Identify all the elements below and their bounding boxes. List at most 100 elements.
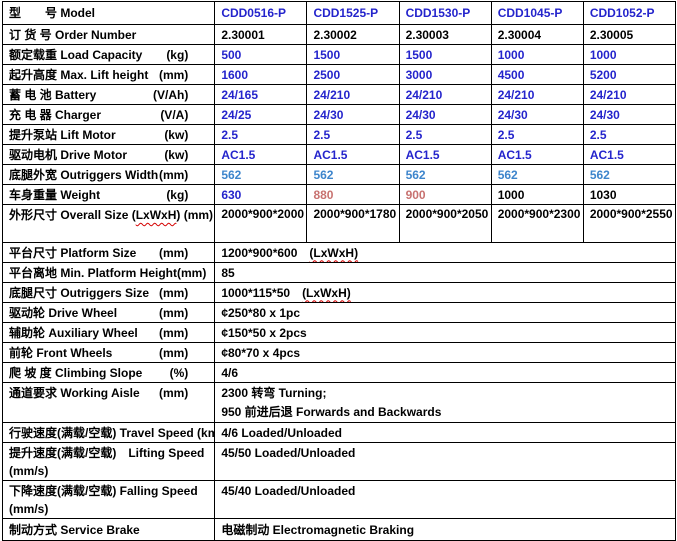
spec-value: 85 xyxy=(215,263,676,283)
table-row-falling-speed: 下降速度(满载/空载) Falling Speed(mm/s) 45/40 Lo… xyxy=(3,481,676,519)
spec-value: 2000*900*2300 xyxy=(491,205,583,243)
spec-value: 2000*900*2000 xyxy=(215,205,307,243)
spec-label-cell: 型 号 Model xyxy=(3,2,215,25)
table-row-platform-size: 平台尺寸 Platform Size (mm) 1200*900*600 (LxW… xyxy=(3,243,676,263)
row-label: 底腿尺寸 Outriggers Size xyxy=(9,284,149,302)
table-row-drive-motor: 驱动电机 Drive Motor (kw) AC1.5 AC1.5 AC1.5 A… xyxy=(3,145,676,165)
spec-label-cell: 提升泵站 Lift Motor (kw) xyxy=(3,125,215,145)
spec-value: 24/165 xyxy=(215,85,307,105)
row-label: 订 货 号 Order Number xyxy=(9,26,136,44)
spec-value: 24/210 xyxy=(583,85,675,105)
table-row-travel-speed: 行驶速度(满载/空载) Travel Speed (km/h) 4/6 Load… xyxy=(3,423,676,443)
row-unit: (kg) xyxy=(166,46,188,64)
spec-label-cell: 通道要求 Working Aisle(mm) xyxy=(3,383,215,423)
table-row-lift-height: 起升高度 Max. Lift height(mm) 1600 2500 3000… xyxy=(3,65,676,85)
spec-label-cell: 爬 坡 度 Climbing Slope(%) xyxy=(3,363,215,383)
spec-value: 1200*900*600 (LxWxH) xyxy=(215,243,676,263)
row-label: 驱动轮 Drive Wheel xyxy=(9,304,117,322)
spec-label-cell: 行驶速度(满载/空载) Travel Speed (km/h) xyxy=(3,423,215,443)
row-unit: (mm/s) xyxy=(9,462,212,480)
spec-label-cell: 制动方式 Service Brake xyxy=(3,519,215,541)
spec-value: AC1.5 xyxy=(215,145,307,165)
spec-value: 24/30 xyxy=(583,105,675,125)
spec-value: 500 xyxy=(215,45,307,65)
spellcheck-squiggle: LxWxH xyxy=(136,208,177,222)
row-label: 制动方式 Service Brake xyxy=(9,521,140,539)
spec-value: AC1.5 xyxy=(399,145,491,165)
table-row-front-wheels: 前轮 Front Wheels(mm) ¢80*70 x 4pcs xyxy=(3,343,676,363)
row-unit: (mm) xyxy=(159,166,188,184)
spec-value: 2.5 xyxy=(215,125,307,145)
row-label: 底腿外宽 Outriggers Width xyxy=(9,166,158,184)
spec-label-cell: 平台离地 Min. Platform Height(mm) xyxy=(3,263,215,283)
row-label: 提升泵站 Lift Motor xyxy=(9,126,116,144)
aisle-line-1: 2300 转弯 Turning; xyxy=(221,384,673,403)
row-unit: (mm) xyxy=(159,284,188,302)
aisle-line-2: 950 前进后退 Forwards and Backwards xyxy=(221,403,673,422)
row-unit: (mm) xyxy=(159,384,188,402)
spellcheck-squiggle: (LxWxH) xyxy=(302,286,351,300)
order-value: 2.30001 xyxy=(215,25,307,45)
table-row-drive-wheel: 驱动轮 Drive Wheel(mm) ¢250*80 x 1pc xyxy=(3,303,676,323)
row-label: 辅助轮 Auxiliary Wheel xyxy=(9,324,138,342)
spec-value: 4500 xyxy=(491,65,583,85)
row-unit: (mm) xyxy=(177,264,206,282)
table-row-load-capacity: 额定载重 Load Capacity (kg) 500 1500 1500 100… xyxy=(3,45,676,65)
row-label: 爬 坡 度 Climbing Slope xyxy=(9,364,142,382)
spec-label-cell: 驱动电机 Drive Motor (kw) xyxy=(3,145,215,165)
table-row-outriggers-width: 底腿外宽 Outriggers Width(mm) 562 562 562 56… xyxy=(3,165,676,185)
spec-value: 24/210 xyxy=(491,85,583,105)
spec-value: 2.5 xyxy=(583,125,675,145)
spec-value: 4/6 Loaded/Unloaded xyxy=(215,423,676,443)
table-row-battery: 蓄 电 池 Battery(V/Ah) 24/165 24/210 24/210… xyxy=(3,85,676,105)
order-value: 2.30002 xyxy=(307,25,399,45)
row-label: 起升高度 Max. Lift height xyxy=(9,66,148,84)
row-label: 平台尺寸 Platform Size xyxy=(9,244,136,262)
spec-value: ¢80*70 x 4pcs xyxy=(215,343,676,363)
row-label: 充 电 器 Charger xyxy=(9,106,101,124)
row-label: 额定载重 Load Capacity xyxy=(9,46,142,64)
spec-value: AC1.5 xyxy=(583,145,675,165)
spec-value: AC1.5 xyxy=(491,145,583,165)
row-unit: (mm) xyxy=(159,344,188,362)
spec-value: 1600 xyxy=(215,65,307,85)
row-unit: (mm) xyxy=(159,304,188,322)
spec-value: 45/40 Loaded/Unloaded xyxy=(215,481,676,519)
spec-value: 2500 xyxy=(307,65,399,85)
row-unit: (mm/s) xyxy=(9,500,212,518)
row-label: 下降速度(满载/空载) Falling Speed xyxy=(9,482,212,500)
table-row-auxiliary-wheel: 辅助轮 Auxiliary Wheel(mm) ¢150*50 x 2pcs xyxy=(3,323,676,343)
row-unit: (mm) xyxy=(159,324,188,342)
spec-label-cell: 车身重量 Weight(kg) xyxy=(3,185,215,205)
spec-label-cell: 辅助轮 Auxiliary Wheel (mm) xyxy=(3,323,215,343)
spec-value: 2000*900*2550 xyxy=(583,205,675,243)
row-unit: (V/A) xyxy=(160,106,188,124)
row-unit: (kw) xyxy=(164,146,188,164)
spec-value: 24/210 xyxy=(307,85,399,105)
row-label: 外形尺寸 Overall Size (LxWxH) (mm) xyxy=(9,206,213,224)
spec-value: 电磁制动 Electromagnetic Braking xyxy=(215,519,676,541)
order-value: 2.30003 xyxy=(399,25,491,45)
spec-label-cell: 充 电 器 Charger (V/A) xyxy=(3,105,215,125)
spec-value: 1000 xyxy=(491,45,583,65)
spec-value: 2000*900*1780 xyxy=(307,205,399,243)
spec-label-cell: 下降速度(满载/空载) Falling Speed(mm/s) xyxy=(3,481,215,519)
table-row-working-aisle: 通道要求 Working Aisle(mm) 2300 转弯 Turning;9… xyxy=(3,383,676,423)
table-row-weight: 车身重量 Weight(kg) 630 880 900 1000 1030 xyxy=(3,185,676,205)
spec-label-cell: 前轮 Front Wheels(mm) xyxy=(3,343,215,363)
row-unit: (kw) xyxy=(164,126,188,144)
spec-value: 1500 xyxy=(399,45,491,65)
row-unit: (mm) xyxy=(159,244,188,262)
spec-table: 型 号 Model CDD0516-P CDD1525-P CDD1530-P … xyxy=(2,1,676,541)
row-unit: (kg) xyxy=(166,186,188,204)
weight-value: 1000 xyxy=(491,185,583,205)
table-row-lift-motor: 提升泵站 Lift Motor(kw) 2.5 2.5 2.5 2.5 2.5 xyxy=(3,125,676,145)
spec-value: 3000 xyxy=(399,65,491,85)
spec-value: 1500 xyxy=(307,45,399,65)
spec-value: 5200 xyxy=(583,65,675,85)
row-label: 驱动电机 Drive Motor xyxy=(9,146,127,164)
spec-value: 45/50 Loaded/Unloaded xyxy=(215,443,676,481)
table-row-model: 型 号 Model CDD0516-P CDD1525-P CDD1530-P … xyxy=(3,2,676,25)
row-label: 平台离地 Min. Platform Height xyxy=(9,264,177,282)
weight-value: 630 xyxy=(215,185,307,205)
